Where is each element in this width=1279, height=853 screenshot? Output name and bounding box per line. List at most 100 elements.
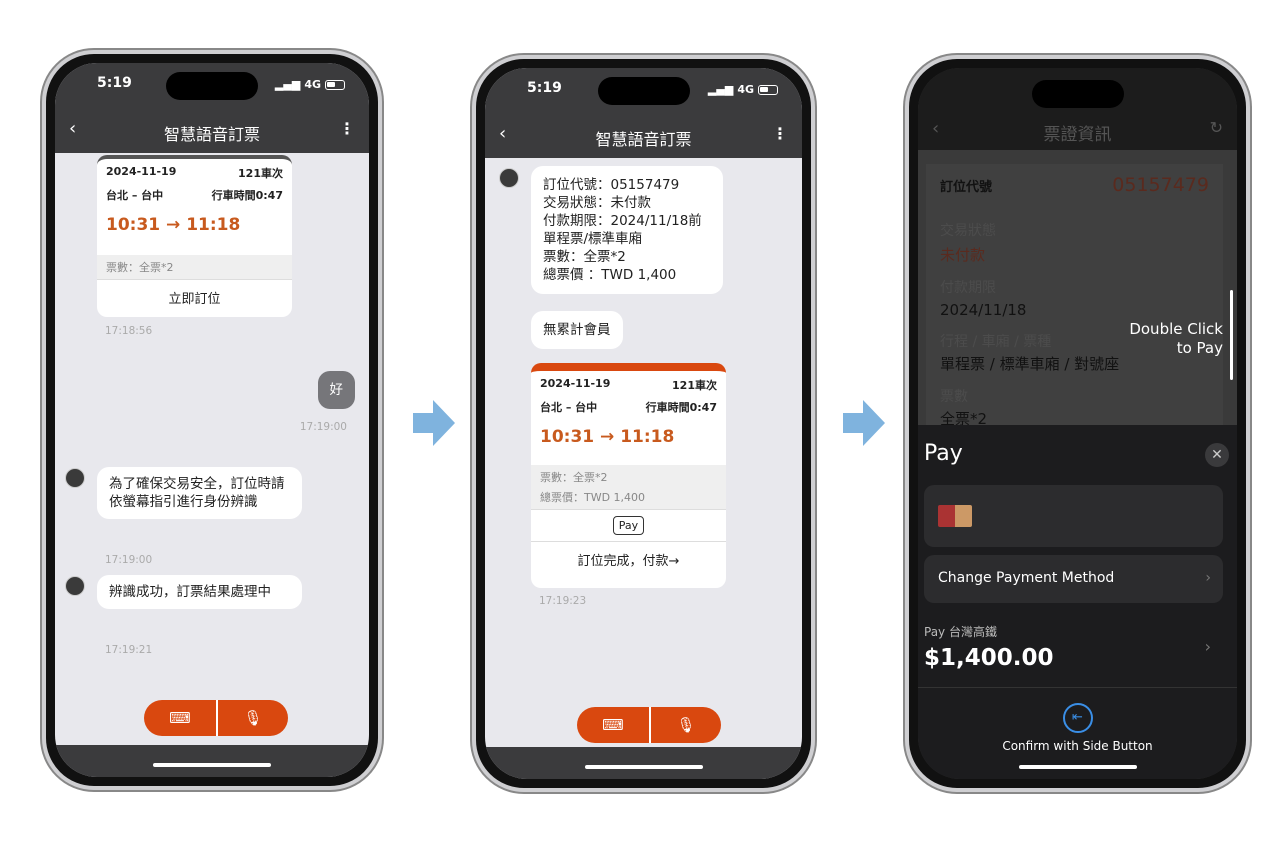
ticket-total: 總票價：TWD 1,400 <box>531 485 726 509</box>
page-title: 票證資訊 <box>1043 125 1112 145</box>
battery-icon <box>758 84 778 95</box>
header: ‹ 票證資訊 ↻ <box>918 68 1237 150</box>
ticket-count: 票數：全票*2 <box>531 465 726 485</box>
ticket-date: 2024-11-19 <box>106 165 177 178</box>
bottom-bar <box>485 747 802 779</box>
summary-line: 票數：全票*2 <box>543 249 626 265</box>
summary-line: 付款期限：2024/11/18前 <box>543 213 702 229</box>
ticket-screen: ‹ 票證資訊 ↻ 訂位代號 05157479 交易狀態 未付款 付款期限 2024… <box>918 68 1237 779</box>
duration: 行車時間0:47 <box>211 189 283 202</box>
ticket-details: 訂位代號 05157479 交易狀態 未付款 付款期限 2024/11/18 行程… <box>926 164 1223 434</box>
card-selector[interactable] <box>924 485 1223 547</box>
dynamic-island <box>597 77 690 105</box>
change-label: Change Payment Method <box>938 570 1115 586</box>
home-indicator <box>153 763 271 767</box>
battery-icon <box>325 79 345 90</box>
chat-screen: 5:19 ▂▄▆ 4G ‹ 智慧語音訂票 ⋮ 訂位代號：05157479 交易狀態… <box>485 68 802 779</box>
summary-line: 交易狀態：未付款 <box>543 195 651 211</box>
bot-message: 為了確保交易安全，訂位時請依螢幕指引進行身份辨識 <box>97 467 302 519</box>
summary-line: 總票價 ：TWD 1,400 <box>543 267 677 283</box>
timestamp: 17:19:21 <box>105 644 153 656</box>
apple-pay-logo: Pay <box>924 441 963 466</box>
times: 10:31 → 11:18 <box>540 427 675 447</box>
train-number: 121車次 <box>672 379 717 392</box>
input-buttons: ⌨ 🎙 <box>577 707 721 743</box>
change-payment-method[interactable]: Change Payment Method › <box>924 555 1223 603</box>
deadline-label: 付款期限 <box>940 280 996 296</box>
phone-2: 5:19 ▂▄▆ 4G ‹ 智慧語音訂票 ⋮ 訂位代號：05157479 交易狀態… <box>472 55 815 792</box>
merchant-label: Pay 台灣高鐵 <box>924 625 997 639</box>
hint-line: to Pay <box>1176 339 1223 357</box>
summary-line: 訂位代號：05157479 <box>543 177 680 193</box>
header: 5:19 ▂▄▆ 4G ‹ 智慧語音訂票 ⋮ <box>485 68 802 158</box>
pay-button[interactable]: 訂位完成，付款→ <box>531 541 726 577</box>
booking-summary: 訂位代號：05157479 交易狀態：未付款 付款期限：2024/11/18前 … <box>531 166 723 294</box>
home-indicator <box>1018 765 1137 769</box>
arrow-right-icon <box>413 400 455 446</box>
page-title: 智慧語音訂票 <box>163 125 260 144</box>
timestamp: 17:19:00 <box>299 421 347 433</box>
signal-icon: ▂▄▆ <box>707 83 734 96</box>
status-time: 5:19 <box>527 80 562 96</box>
member-message: 無累計會員 <box>531 311 623 349</box>
duration: 行車時間0:47 <box>645 401 717 414</box>
dynamic-island <box>1031 80 1124 108</box>
phone-1: 5:19 ▂▄▆ 4G ‹ 智慧語音訂票 ⋮ 2024-11-19 121車次 台北… <box>42 50 382 790</box>
bot-message: 辨識成功，訂票結果處理中 <box>97 575 302 609</box>
side-button-indicator <box>1230 290 1233 380</box>
home-indicator <box>584 765 703 769</box>
timestamp: 17:18:56 <box>105 325 153 337</box>
header: 5:19 ▂▄▆ 4G ‹ 智慧語音訂票 ⋮ <box>55 63 369 153</box>
chevron-right-icon: › <box>1205 570 1211 586</box>
microphone-button[interactable]: 🎙 <box>216 700 288 736</box>
apple-pay-sheet: Pay ✕ Change Payment Method › Pay 台灣高鐵 $1… <box>918 425 1237 779</box>
timestamp: 17:19:00 <box>105 554 153 566</box>
bot-avatar <box>65 576 85 596</box>
hint-line: Double Click <box>1129 320 1223 338</box>
times: 10:31 → 11:18 <box>106 215 241 235</box>
microphone-button[interactable]: 🎙 <box>649 707 721 743</box>
pay-label: Pay <box>618 519 639 532</box>
status-time: 5:19 <box>97 75 132 91</box>
summary-line: 單程票/標準車廂 <box>543 231 643 247</box>
more-icon[interactable]: ⋮ <box>339 119 355 138</box>
status-icons: ▂▄▆ 4G <box>275 78 345 91</box>
refresh-icon[interactable]: ↻ <box>1210 118 1223 137</box>
timestamp: 17:19:23 <box>539 595 587 607</box>
bot-avatar <box>499 168 519 188</box>
keyboard-button[interactable]: ⌨ <box>144 700 216 736</box>
chevron-right-icon[interactable]: › <box>1205 637 1211 656</box>
code-label: 訂位代號 <box>940 179 993 195</box>
status-icons: ▂▄▆ 4G <box>708 83 778 96</box>
ticket-date: 2024-11-19 <box>540 377 611 390</box>
book-now-button[interactable]: 立即訂位 <box>97 279 292 315</box>
ticket-card: 2024-11-19 121車次 台北 – 台中 行車時間0:47 10:31 → … <box>97 155 292 317</box>
dynamic-island <box>166 72 258 100</box>
network-label: 4G <box>304 78 321 91</box>
status-label: 交易狀態 <box>940 223 996 239</box>
keyboard-button[interactable]: ⌨ <box>577 707 649 743</box>
more-icon[interactable]: ⋮ <box>772 124 788 143</box>
status-value: 未付款 <box>940 246 986 264</box>
amount: $1,400.00 <box>924 645 1054 671</box>
signal-icon: ▂▄▆ <box>274 78 301 91</box>
apple-pay-button[interactable]: Pay <box>612 516 645 535</box>
train-number: 121車次 <box>238 167 283 180</box>
deadline-value: 2024/11/18 <box>940 301 1027 319</box>
ticket-count: 票數：全票*2 <box>97 255 292 279</box>
card-thumbnail <box>938 505 972 527</box>
side-button-icon: ⇤ <box>1062 703 1093 733</box>
page-title: 智慧語音訂票 <box>595 130 692 149</box>
route: 台北 – 台中 <box>540 401 598 414</box>
ticket-card: 2024-11-19 121車次 台北 – 台中 行車時間0:47 10:31 → … <box>531 363 726 588</box>
phone-3: ‹ 票證資訊 ↻ 訂位代號 05157479 交易狀態 未付款 付款期限 2024… <box>905 55 1250 792</box>
bottom-bar <box>55 745 369 777</box>
confirm-label: Confirm with Side Button <box>1002 739 1153 753</box>
chat-screen: 5:19 ▂▄▆ 4G ‹ 智慧語音訂票 ⋮ 2024-11-19 121車次 台北… <box>55 63 369 777</box>
count-label: 票數 <box>940 389 968 405</box>
network-label: 4G <box>737 83 754 96</box>
booking-code: 05157479 <box>1112 174 1209 196</box>
double-click-hint: Double Click to Pay <box>1129 320 1223 358</box>
pay-logo-text: Pay <box>924 441 963 466</box>
close-button[interactable]: ✕ <box>1205 443 1229 467</box>
